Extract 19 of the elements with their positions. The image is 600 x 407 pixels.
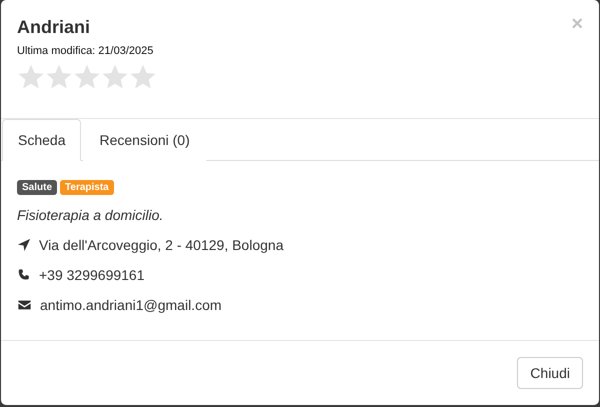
description-text: Fisioterapia a domicilio.: [17, 207, 164, 223]
contact-text: antimo.andriani1@gmail.com: [40, 296, 222, 312]
location-arrow-icon: [17, 238, 31, 252]
tab[interactable]: Scheda: [2, 119, 82, 161]
last-modified-text: Ultima modifica: 21/03/2025: [17, 45, 154, 57]
envelope-icon: [17, 298, 32, 312]
category-tag: Salute: [17, 180, 58, 195]
contact-text: +39 3299699161: [39, 266, 144, 282]
category-tag: Terapista: [60, 180, 114, 195]
star-icon: [101, 63, 129, 91]
star-icon: [129, 63, 157, 91]
contact-text: Via dell'Arcoveggio, 2 - 40129, Bologna: [39, 236, 284, 252]
star-rating[interactable]: [17, 63, 157, 91]
star-icon: [17, 63, 45, 91]
star-icon: [45, 63, 73, 91]
star-icon: [73, 63, 101, 91]
phone-icon: [17, 268, 31, 282]
close-dialog-button[interactable]: Chiudi: [517, 357, 583, 389]
modal-title: Andriani: [17, 16, 90, 39]
